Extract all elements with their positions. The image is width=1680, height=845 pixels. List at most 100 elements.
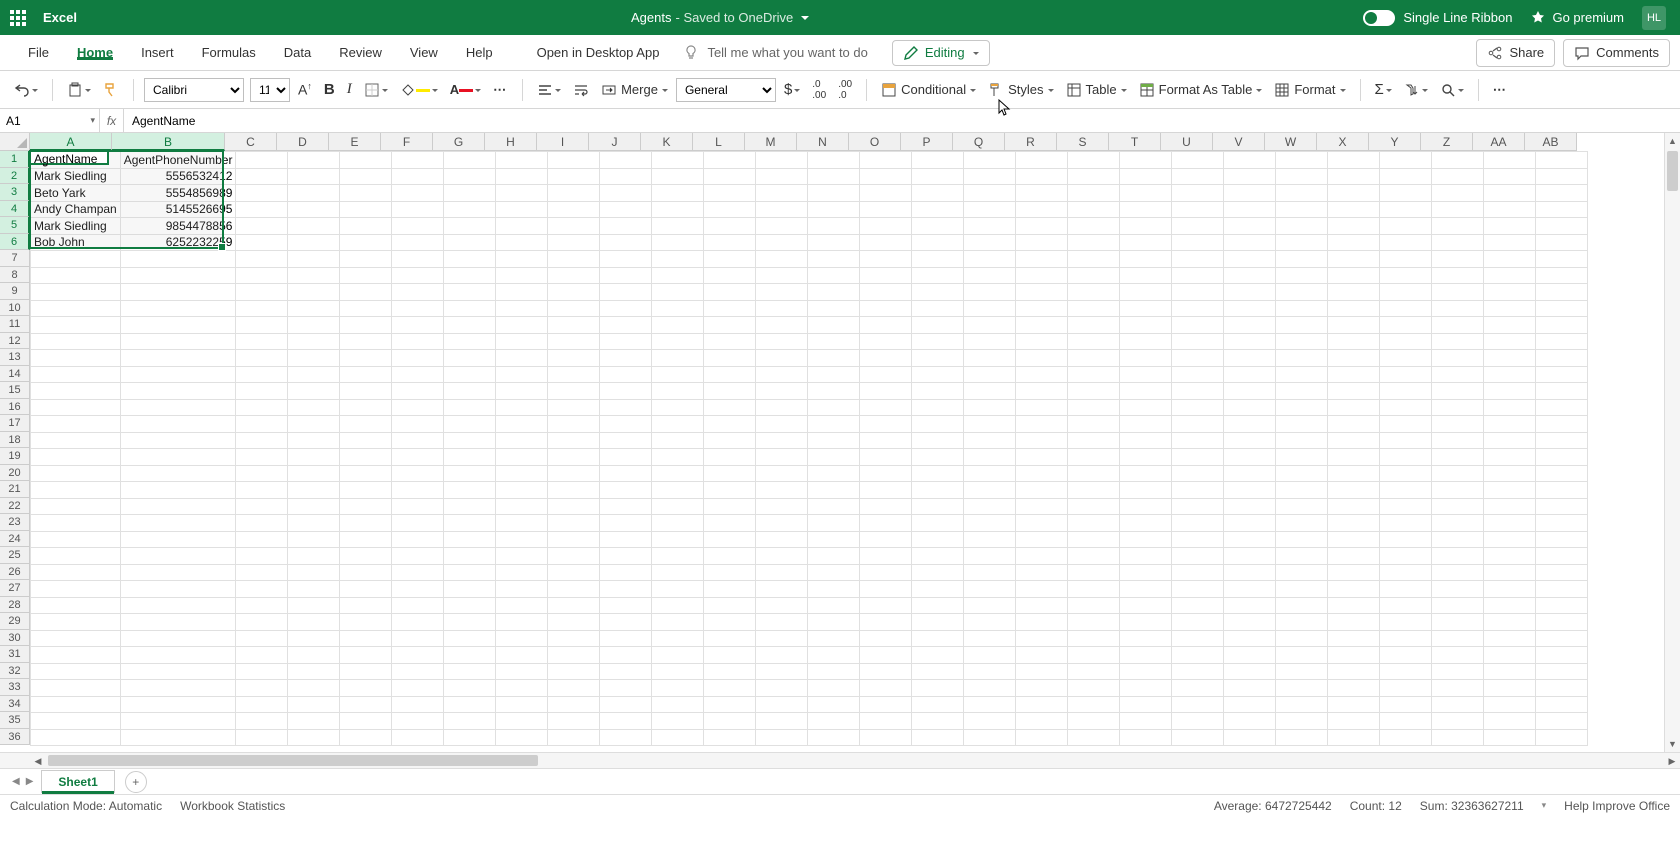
- row-header[interactable]: 15: [0, 382, 30, 399]
- cell[interactable]: [860, 185, 912, 202]
- cell[interactable]: [1432, 449, 1484, 466]
- cell[interactable]: [1068, 185, 1120, 202]
- cell[interactable]: [1224, 729, 1276, 746]
- cell[interactable]: [120, 350, 236, 367]
- cell[interactable]: [1172, 399, 1224, 416]
- cell[interactable]: [964, 383, 1016, 400]
- cell[interactable]: [392, 548, 444, 565]
- cell[interactable]: [652, 465, 704, 482]
- cell[interactable]: [120, 696, 236, 713]
- cell[interactable]: [1172, 465, 1224, 482]
- cell[interactable]: [964, 251, 1016, 268]
- cell[interactable]: [340, 449, 392, 466]
- cell[interactable]: [860, 581, 912, 598]
- row-header[interactable]: 8: [0, 267, 30, 284]
- cell[interactable]: [548, 630, 600, 647]
- cell[interactable]: [288, 284, 340, 301]
- document-title[interactable]: Agents: [631, 10, 671, 25]
- cell[interactable]: [1276, 647, 1328, 664]
- cell[interactable]: [756, 317, 808, 334]
- column-header[interactable]: D: [277, 133, 329, 151]
- cell[interactable]: [392, 680, 444, 697]
- cell[interactable]: [1536, 498, 1588, 515]
- cell[interactable]: [652, 647, 704, 664]
- cell[interactable]: [31, 399, 121, 416]
- cell[interactable]: [496, 498, 548, 515]
- cell[interactable]: [496, 729, 548, 746]
- cell[interactable]: 5556532412: [120, 168, 236, 185]
- cell[interactable]: [1068, 432, 1120, 449]
- cell[interactable]: [288, 234, 340, 251]
- cell[interactable]: [652, 729, 704, 746]
- row-header[interactable]: 32: [0, 663, 30, 680]
- cell[interactable]: [600, 185, 652, 202]
- cell[interactable]: [392, 581, 444, 598]
- cell[interactable]: [756, 432, 808, 449]
- cell[interactable]: [600, 680, 652, 697]
- font-color-button[interactable]: A: [446, 77, 485, 103]
- cell[interactable]: [444, 201, 496, 218]
- cell[interactable]: [1068, 366, 1120, 383]
- cell[interactable]: [600, 581, 652, 598]
- cell[interactable]: [1432, 399, 1484, 416]
- cell[interactable]: [120, 581, 236, 598]
- cell[interactable]: [1120, 284, 1172, 301]
- cell[interactable]: [120, 614, 236, 631]
- cell[interactable]: [31, 317, 121, 334]
- cell[interactable]: [340, 152, 392, 169]
- cell[interactable]: [31, 432, 121, 449]
- comments-button[interactable]: Comments: [1563, 39, 1670, 67]
- cell[interactable]: [236, 185, 288, 202]
- cell[interactable]: [1380, 333, 1432, 350]
- cell[interactable]: [1016, 597, 1068, 614]
- cell[interactable]: [756, 383, 808, 400]
- cell[interactable]: [120, 515, 236, 532]
- cell[interactable]: [120, 449, 236, 466]
- cell[interactable]: [912, 696, 964, 713]
- cell[interactable]: [1016, 630, 1068, 647]
- cell[interactable]: [704, 663, 756, 680]
- cell[interactable]: [1276, 696, 1328, 713]
- cell[interactable]: [31, 696, 121, 713]
- cell[interactable]: [496, 284, 548, 301]
- cell[interactable]: [860, 234, 912, 251]
- cell[interactable]: [652, 498, 704, 515]
- row-header[interactable]: 31: [0, 646, 30, 663]
- cell[interactable]: [808, 432, 860, 449]
- cell[interactable]: [1016, 465, 1068, 482]
- cell[interactable]: [808, 614, 860, 631]
- cell[interactable]: [600, 647, 652, 664]
- cell[interactable]: [288, 630, 340, 647]
- cell[interactable]: [1380, 399, 1432, 416]
- cell[interactable]: [704, 647, 756, 664]
- cell[interactable]: [120, 531, 236, 548]
- cell[interactable]: [288, 201, 340, 218]
- cell[interactable]: [652, 267, 704, 284]
- cell[interactable]: [912, 663, 964, 680]
- scroll-up-icon[interactable]: ▲: [1665, 133, 1680, 149]
- cell[interactable]: [1432, 515, 1484, 532]
- chevron-down-icon[interactable]: ▾: [1542, 800, 1547, 811]
- cell[interactable]: [756, 564, 808, 581]
- cell[interactable]: [808, 581, 860, 598]
- cell[interactable]: [756, 630, 808, 647]
- cell[interactable]: [704, 399, 756, 416]
- cell[interactable]: Andy Champan: [31, 201, 121, 218]
- cell[interactable]: [860, 465, 912, 482]
- cell[interactable]: [808, 531, 860, 548]
- cell[interactable]: [288, 614, 340, 631]
- cell[interactable]: [340, 350, 392, 367]
- cell[interactable]: [392, 696, 444, 713]
- column-header[interactable]: AB: [1525, 133, 1577, 151]
- cell[interactable]: [236, 680, 288, 697]
- cell[interactable]: [120, 663, 236, 680]
- cell[interactable]: [1484, 267, 1536, 284]
- cell[interactable]: [340, 531, 392, 548]
- cell[interactable]: [392, 152, 444, 169]
- select-all-corner[interactable]: [0, 133, 30, 151]
- cell[interactable]: [1276, 581, 1328, 598]
- cell[interactable]: [1484, 317, 1536, 334]
- row-header[interactable]: 12: [0, 333, 30, 350]
- cell[interactable]: [288, 251, 340, 268]
- cell[interactable]: [912, 597, 964, 614]
